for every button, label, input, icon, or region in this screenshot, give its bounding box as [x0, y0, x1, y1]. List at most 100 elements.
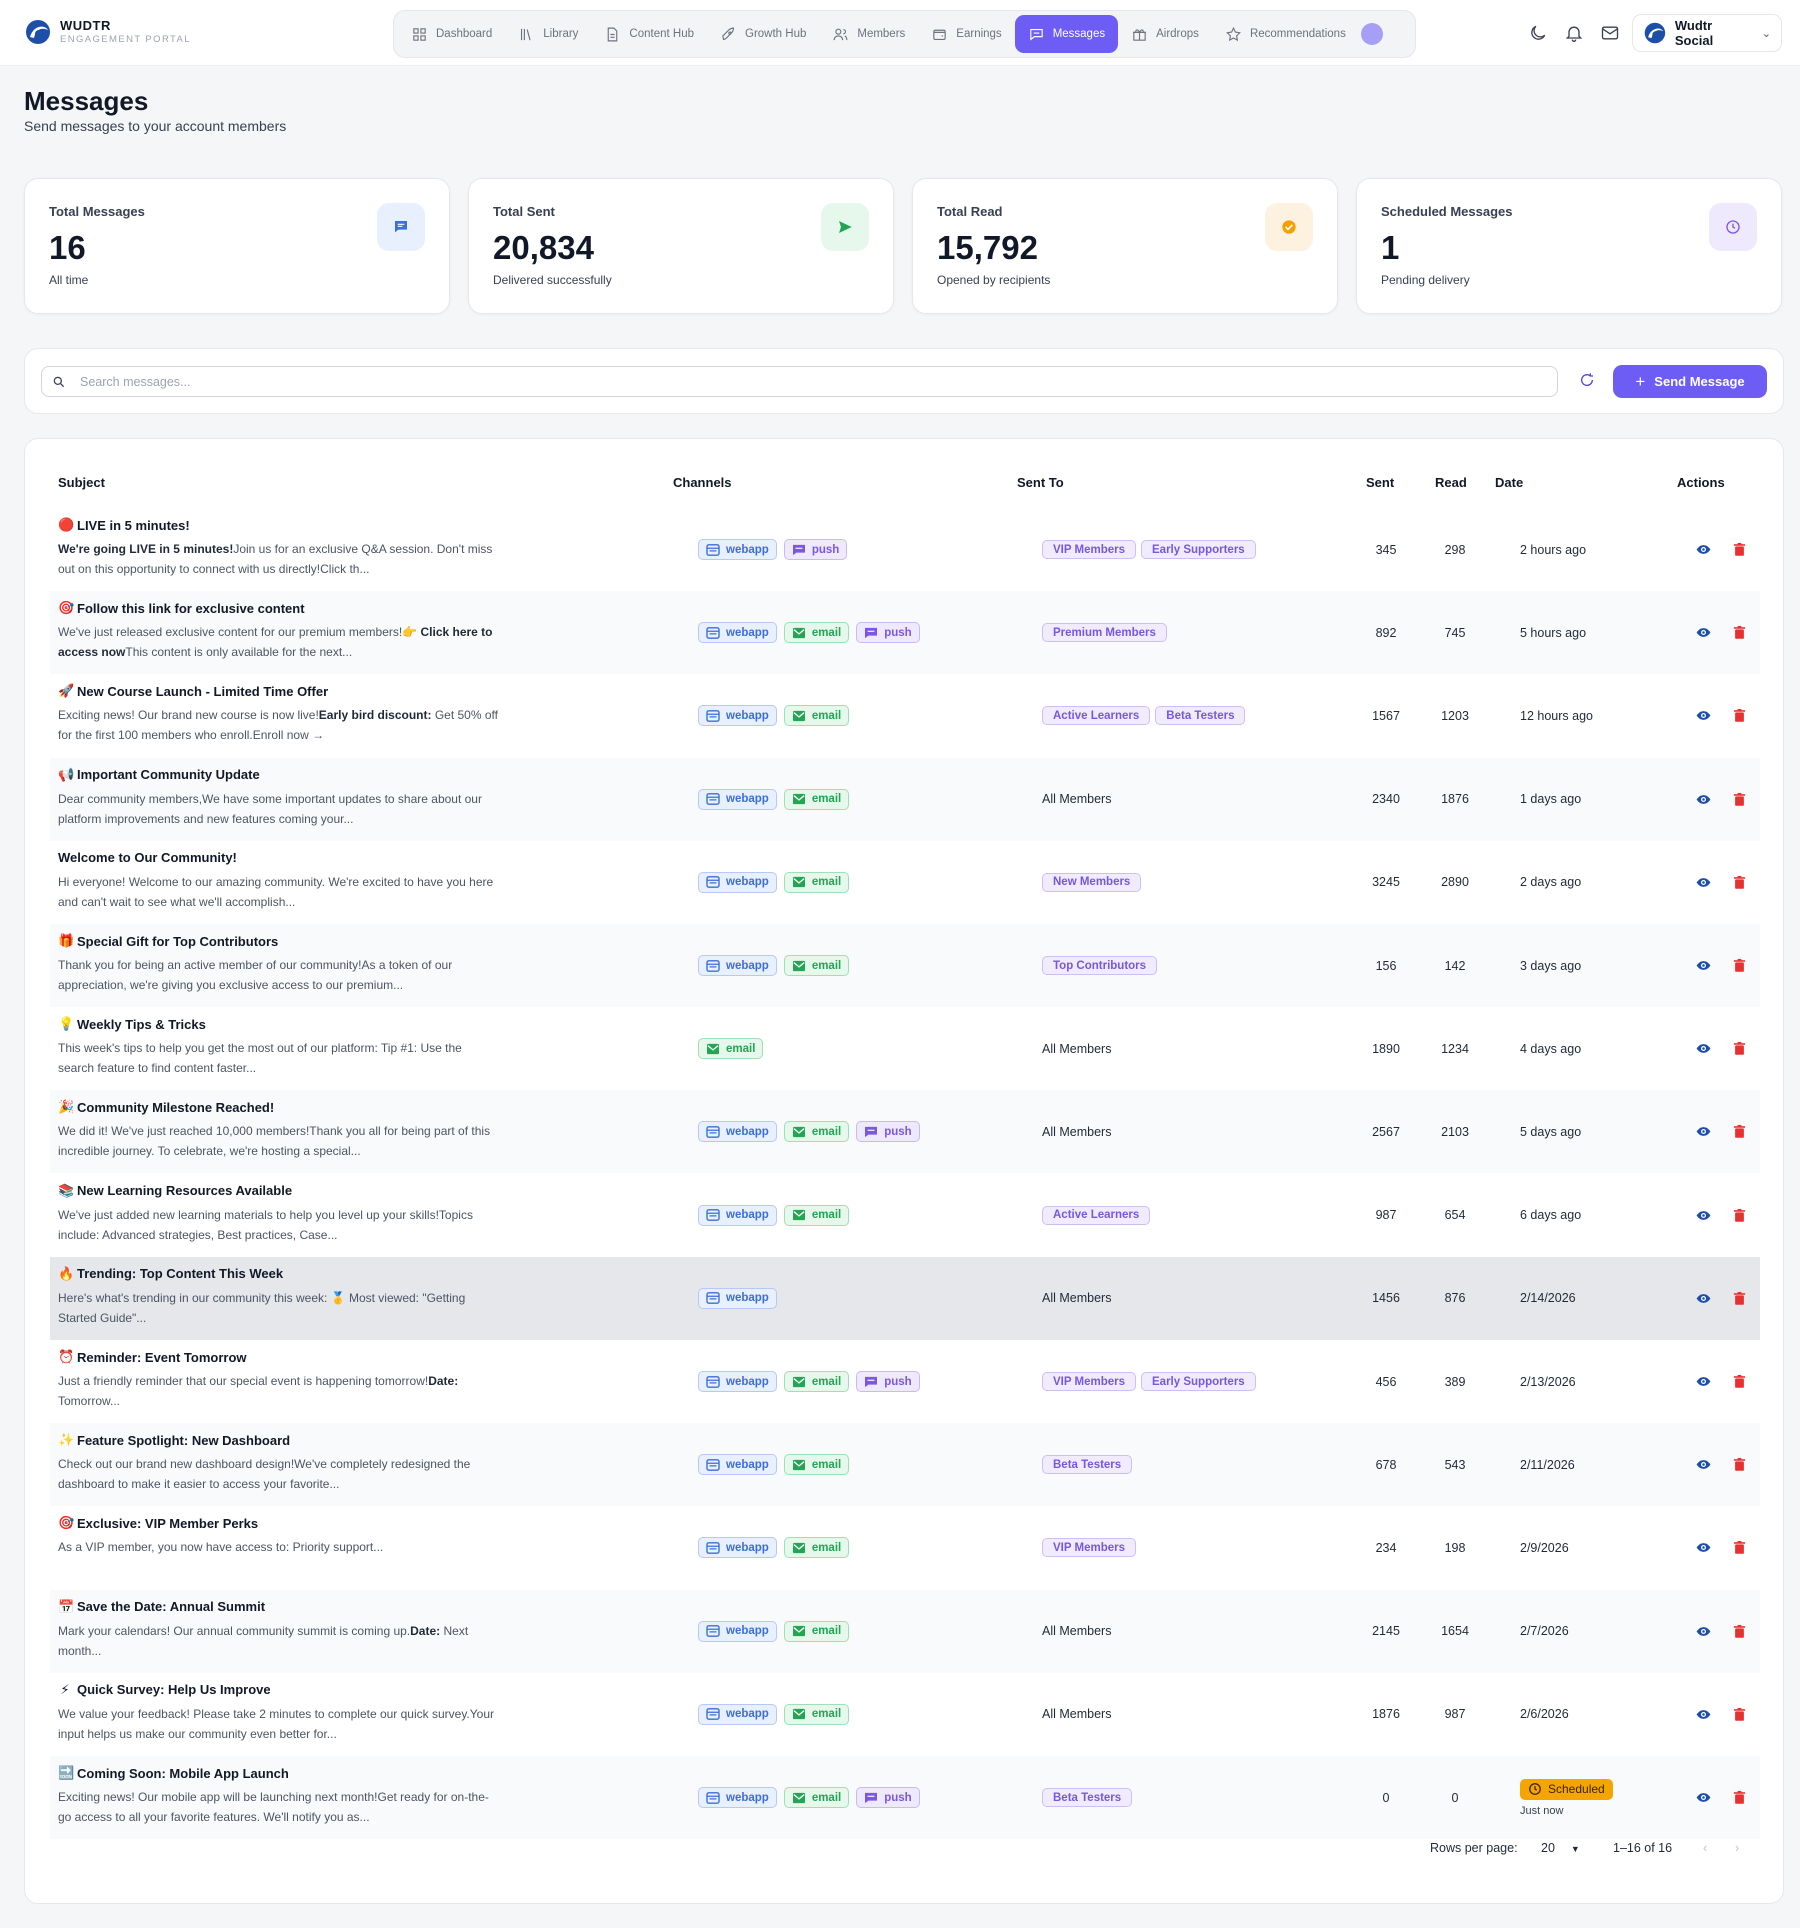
- preview-bold: We're going LIVE in 5 minutes!: [58, 542, 234, 556]
- message-preview: Here's what's trending in our community …: [58, 1288, 498, 1328]
- view-button[interactable]: [1696, 1340, 1711, 1423]
- message-preview: We value your feedback! Please take 2 mi…: [58, 1704, 498, 1744]
- delete-button[interactable]: [1732, 841, 1747, 924]
- table-row[interactable]: 🔥 Trending: Top Content This Week Here's w…: [50, 1256, 1760, 1340]
- delete-button[interactable]: [1732, 1090, 1747, 1173]
- delete-button[interactable]: [1732, 1007, 1747, 1090]
- rows-per-page-select[interactable]: 20 ▼: [1541, 1841, 1580, 1855]
- trash-icon: [1733, 709, 1746, 723]
- brand-logo[interactable]: WUDTR ENGAGEMENT PORTAL: [24, 18, 191, 46]
- eye-icon: [1696, 628, 1711, 638]
- view-button[interactable]: [1696, 1506, 1711, 1589]
- view-button[interactable]: [1696, 1590, 1711, 1673]
- channel-label: email: [811, 793, 842, 806]
- delete-button[interactable]: [1732, 1340, 1747, 1423]
- delete-button[interactable]: [1732, 1590, 1747, 1673]
- prev-page-button[interactable]: ‹: [1703, 1841, 1707, 1855]
- delete-button[interactable]: [1732, 1423, 1747, 1506]
- channels-cell: webapp email push: [698, 1090, 920, 1173]
- message-subject: Save the Date: Annual Summit: [77, 1599, 266, 1615]
- message-date: 2/13/2026: [1520, 1374, 1576, 1389]
- next-page-button[interactable]: ›: [1735, 1841, 1739, 1855]
- table-row[interactable]: 🎉 Community Milestone Reached! We did it! …: [50, 1090, 1760, 1174]
- subject-cell: 📢 Important Community Update Dear communit…: [58, 766, 498, 829]
- view-button[interactable]: [1696, 841, 1711, 924]
- eye-icon: [1696, 1210, 1711, 1220]
- search-box[interactable]: [41, 366, 1558, 397]
- delete-button[interactable]: [1732, 591, 1747, 674]
- browser-icon: [706, 959, 720, 972]
- view-button[interactable]: [1696, 758, 1711, 841]
- table-row[interactable]: Welcome to Our Community! Hi everyone! We…: [50, 841, 1760, 924]
- delete-button[interactable]: [1732, 758, 1747, 841]
- sent-count: 2145: [1372, 1624, 1400, 1639]
- nav-more-button[interactable]: [1360, 23, 1383, 45]
- nav-airdrops[interactable]: Airdrops: [1118, 15, 1212, 53]
- view-button[interactable]: [1696, 508, 1711, 591]
- account-switcher[interactable]: Wudtr Social ⌄: [1632, 14, 1782, 52]
- nav-earnings[interactable]: Earnings: [918, 15, 1014, 53]
- delete-button[interactable]: [1732, 924, 1747, 1007]
- nav-dashboard[interactable]: Dashboard: [398, 15, 505, 53]
- view-button[interactable]: [1696, 1423, 1711, 1506]
- nav-messages[interactable]: Messages: [1014, 15, 1119, 53]
- view-button[interactable]: [1696, 1673, 1711, 1756]
- table-row[interactable]: 🎯 Exclusive: VIP Member Perks As a VIP mem…: [50, 1506, 1760, 1589]
- table-row[interactable]: 🎯 Follow this link for exclusive content W…: [50, 591, 1760, 675]
- message-subject: Coming Soon: Mobile App Launch: [77, 1765, 289, 1781]
- stat-note: Delivered successfully: [493, 273, 612, 287]
- nav-content-hub[interactable]: Content Hub: [591, 15, 707, 53]
- table-row[interactable]: 🚀 New Course Launch - Limited Time Offer E…: [50, 674, 1760, 757]
- sent-to-cell: Beta Testers: [1042, 1756, 1133, 1839]
- sent-to-cell: All Members: [1042, 1257, 1111, 1340]
- view-button[interactable]: [1696, 674, 1711, 757]
- delete-button[interactable]: [1732, 1756, 1747, 1839]
- table-row[interactable]: 📢 Important Community Update Dear communit…: [50, 757, 1760, 841]
- table-row[interactable]: 🔜 Coming Soon: Mobile App Launch Exciting …: [50, 1756, 1760, 1839]
- grid-icon: [413, 27, 426, 41]
- nav-library[interactable]: Library: [505, 15, 591, 53]
- delete-button[interactable]: [1732, 1506, 1747, 1589]
- delete-button[interactable]: [1732, 1673, 1747, 1756]
- sent-count: 156: [1375, 958, 1397, 973]
- view-button[interactable]: [1696, 591, 1711, 674]
- refresh-button[interactable]: [1579, 372, 1599, 392]
- search-input[interactable]: [80, 374, 1480, 389]
- nav-growth-hub[interactable]: Growth Hub: [707, 15, 819, 53]
- sent-to-cell: All Members: [1042, 1590, 1111, 1673]
- table-row[interactable]: 📅 Save the Date: Annual Summit Mark your c…: [50, 1589, 1760, 1673]
- view-button[interactable]: [1696, 1090, 1711, 1173]
- sent-to-cell: Beta Testers: [1042, 1423, 1133, 1506]
- table-row[interactable]: ⚡ Quick Survey: Help Us Improve We value y…: [50, 1673, 1760, 1756]
- dark-mode-toggle[interactable]: [1528, 23, 1548, 43]
- view-button[interactable]: [1696, 1007, 1711, 1090]
- table-row[interactable]: ✨ Feature Spotlight: New Dashboard Check o…: [50, 1423, 1760, 1507]
- table-row[interactable]: 📚 New Learning Resources Available We've j…: [50, 1174, 1760, 1257]
- channel-label: webapp: [726, 959, 769, 972]
- delete-button[interactable]: [1732, 1257, 1747, 1340]
- table-row[interactable]: ⏰ Reminder: Event Tomorrow Just a friendly…: [50, 1340, 1760, 1423]
- channel-label: webapp: [726, 1708, 769, 1721]
- table-row[interactable]: 🔴 LIVE in 5 minutes! We're going LIVE in 5…: [50, 508, 1760, 591]
- table-row[interactable]: 🎁 Special Gift for Top Contributors Thank …: [50, 924, 1760, 1007]
- sent-count: 345: [1375, 542, 1397, 557]
- delete-button[interactable]: [1732, 1174, 1747, 1257]
- view-button[interactable]: [1696, 1257, 1711, 1340]
- mail-icon: [792, 1709, 805, 1720]
- star-icon: [1225, 26, 1241, 41]
- nav-members[interactable]: Members: [819, 15, 918, 53]
- delete-button[interactable]: [1732, 674, 1747, 757]
- delete-button[interactable]: [1732, 508, 1747, 591]
- browser-icon: [706, 1292, 720, 1305]
- send-message-button[interactable]: + Send Message: [1613, 365, 1767, 398]
- table-row[interactable]: 💡 Weekly Tips & Tricks This week's tips to…: [50, 1007, 1760, 1090]
- view-button[interactable]: [1696, 1756, 1711, 1839]
- col-read: Read: [1435, 475, 1467, 490]
- view-button[interactable]: [1696, 1174, 1711, 1257]
- nav-recommendations[interactable]: Recommendations: [1212, 15, 1359, 53]
- preview-text: This week's tips to help you get the mos…: [58, 1041, 462, 1076]
- view-button[interactable]: [1696, 924, 1711, 1007]
- channel-label: email: [811, 1625, 842, 1638]
- inbox-button[interactable]: [1600, 23, 1620, 43]
- notifications-button[interactable]: [1564, 23, 1584, 43]
